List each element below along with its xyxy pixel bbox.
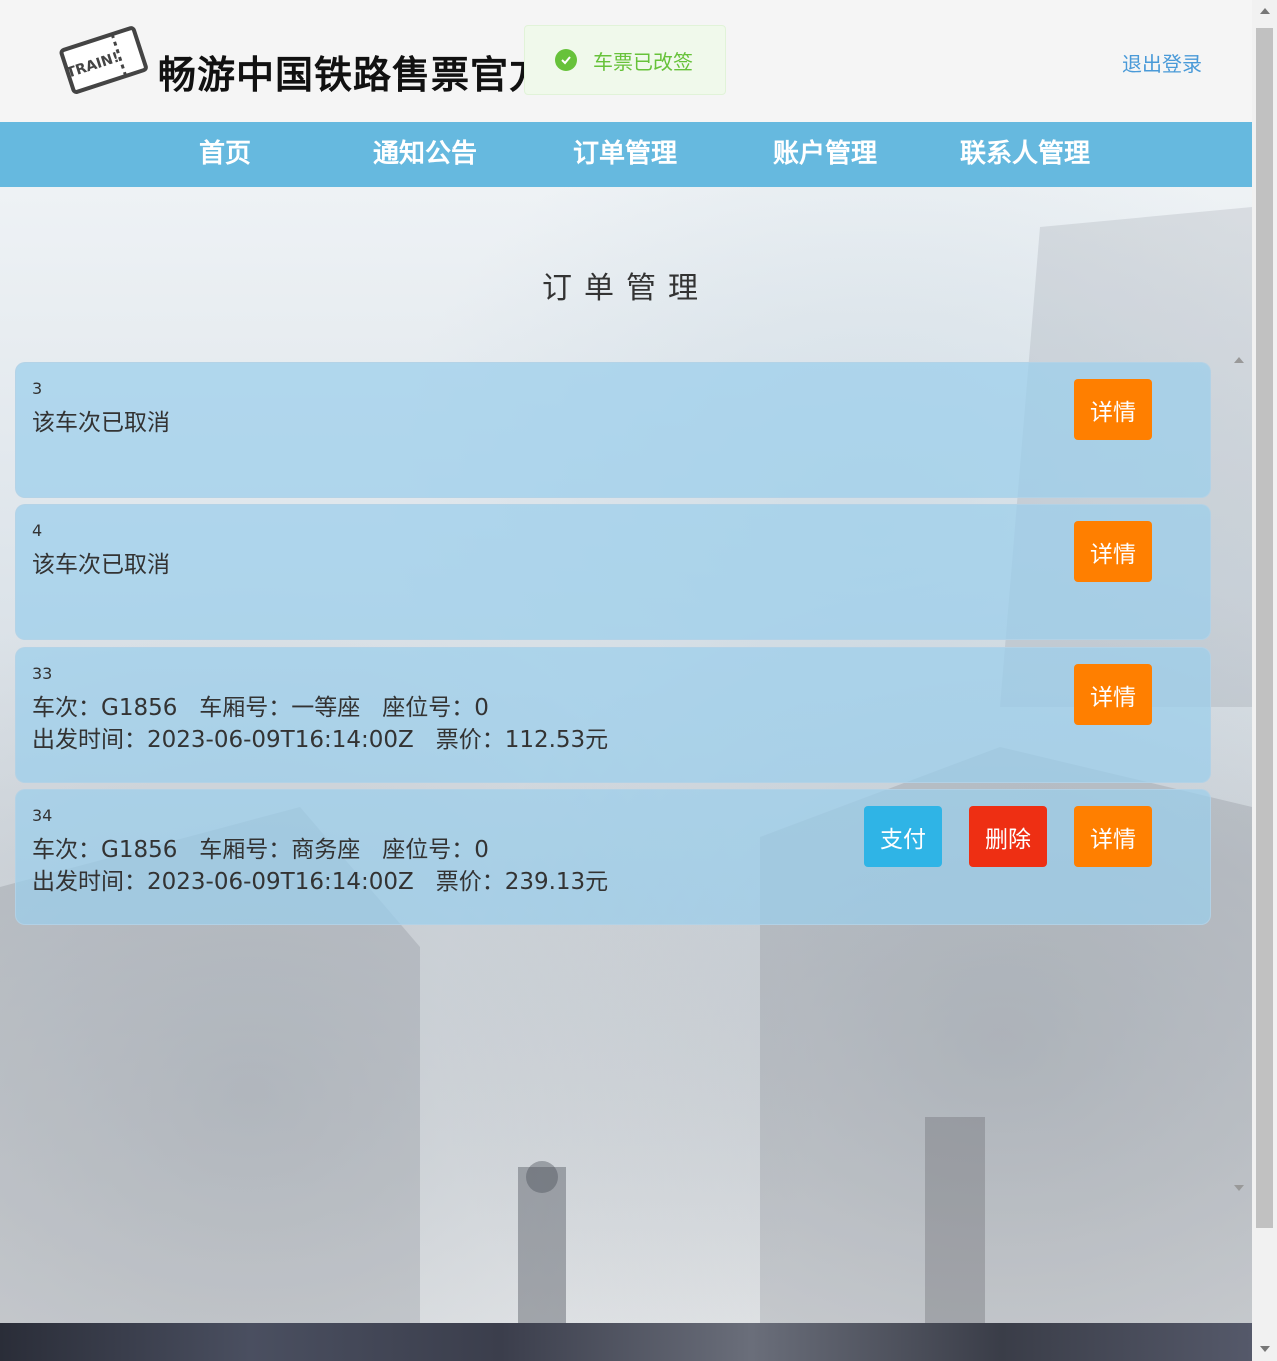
scroll-up-icon[interactable]	[1260, 8, 1270, 14]
order-time-price: 出发时间：2023-06-09T16:14:00Z 票价：239.13元	[32, 869, 609, 895]
order-train-info: 车次：G1856 车厢号：商务座 座位号：0	[32, 837, 489, 863]
order-id: 33	[32, 664, 53, 683]
order-id: 34	[32, 806, 53, 825]
site-title: 畅游中国铁路售票官方	[158, 53, 549, 97]
nav-item-contacts[interactable]: 联系人管理	[925, 122, 1125, 187]
nav-item-orders[interactable]: 订单管理	[525, 122, 725, 187]
main-nav: 首页 通知公告 订单管理 账户管理 联系人管理	[0, 122, 1252, 187]
logout-link[interactable]: 退出登录	[1122, 48, 1202, 77]
order-line-1: 该车次已取消	[32, 410, 170, 436]
pay-button[interactable]: 支付	[864, 806, 942, 867]
toast-message: 车票已改签	[593, 49, 693, 74]
train-ticket-logo-icon: TRAIN!	[59, 26, 148, 94]
inner-scroll-up-icon[interactable]	[1234, 357, 1244, 363]
detail-button[interactable]: 详情	[1074, 379, 1152, 440]
order-card: 33 车次：G1856 车厢号：一等座 座位号：0 出发时间：2023-06-0…	[15, 647, 1211, 783]
footer-image-strip	[0, 1323, 1252, 1361]
detail-button[interactable]: 详情	[1074, 521, 1152, 582]
order-id: 4	[32, 521, 43, 540]
order-time-price: 出发时间：2023-06-09T16:14:00Z 票价：112.53元	[32, 727, 609, 753]
page-title: 订单管理	[542, 271, 710, 306]
order-card: 34 车次：G1856 车厢号：商务座 座位号：0 出发时间：2023-06-0…	[15, 789, 1211, 925]
delete-button[interactable]: 删除	[969, 806, 1047, 867]
check-circle-icon	[555, 49, 577, 71]
order-train-info: 车次：G1856 车厢号：一等座 座位号：0	[32, 695, 489, 721]
detail-button[interactable]: 详情	[1074, 806, 1152, 867]
order-card: 3 该车次已取消 详情	[15, 362, 1211, 498]
order-line-1: 该车次已取消	[32, 552, 170, 578]
page-scrollbar-thumb[interactable]	[1256, 28, 1273, 1228]
order-id: 3	[32, 379, 43, 398]
order-card: 4 该车次已取消 详情	[15, 504, 1211, 640]
nav-item-notices[interactable]: 通知公告	[325, 122, 525, 187]
nav-item-home[interactable]: 首页	[125, 122, 325, 187]
nav-item-account[interactable]: 账户管理	[725, 122, 925, 187]
scroll-down-icon[interactable]	[1260, 1346, 1270, 1352]
success-toast: 车票已改签	[524, 25, 726, 95]
main-content: 订单管理 3 该车次已取消 详情 4 该车次已取消 详情 33 车次：G1856…	[0, 187, 1252, 1323]
detail-button[interactable]: 详情	[1074, 664, 1152, 725]
inner-scroll-down-icon[interactable]	[1234, 1185, 1244, 1191]
